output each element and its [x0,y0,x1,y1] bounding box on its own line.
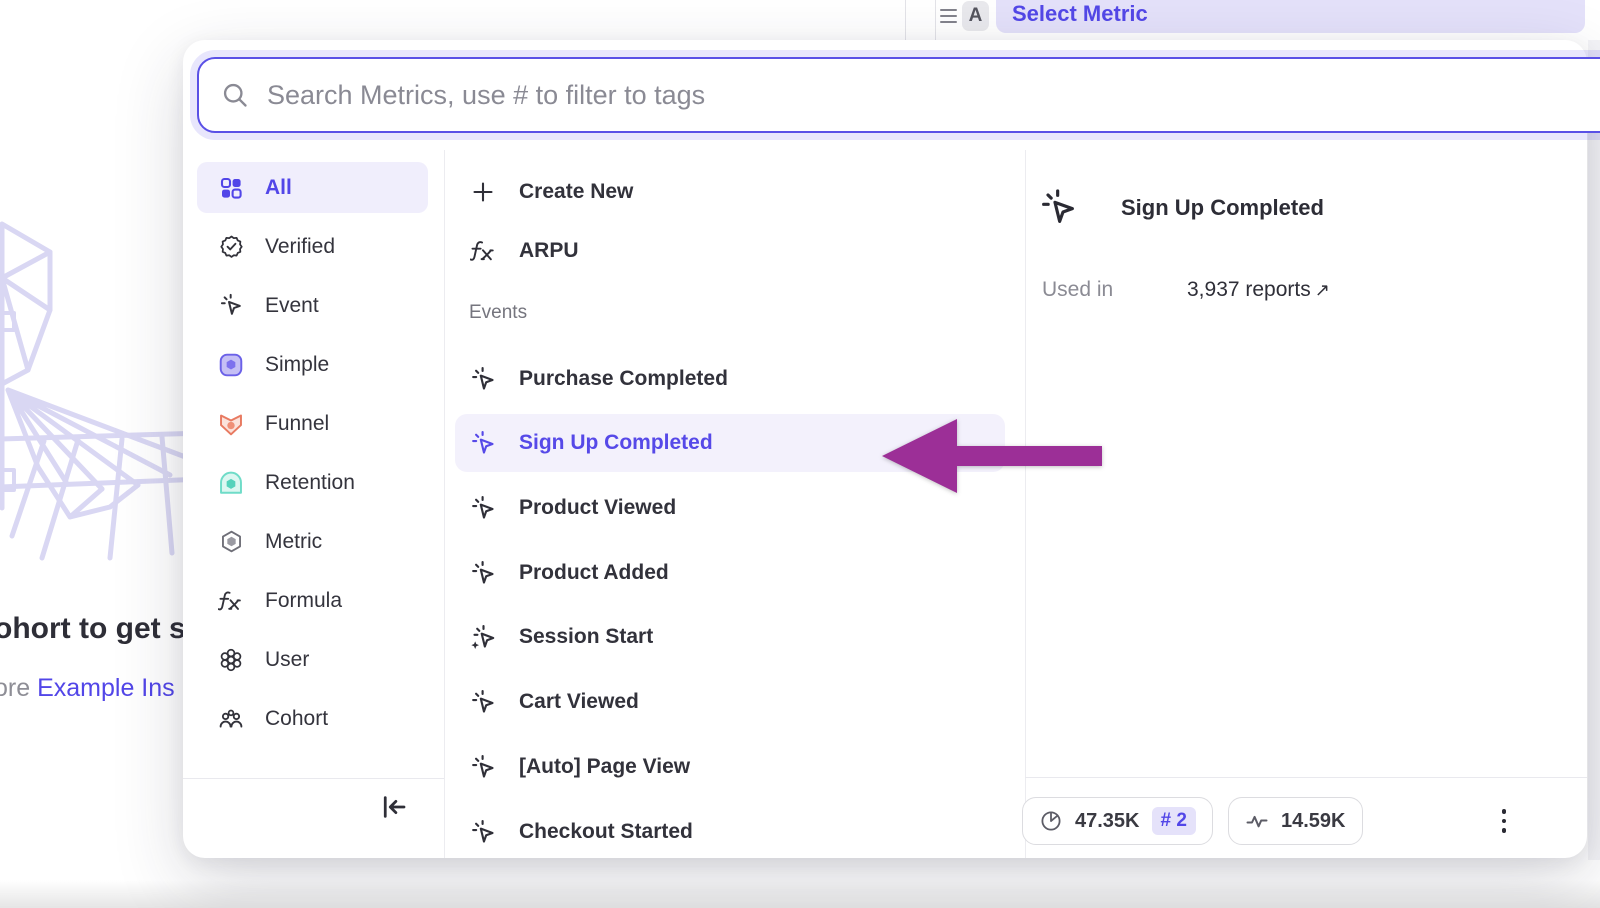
example-insights-link[interactable]: Example Ins [37,674,175,702]
sidebar-item-label: All [265,176,292,200]
background-subtext-fragment: ore Example Ins [0,674,175,703]
detail-footer-divider [1025,777,1587,778]
list-item-label: ARPU [519,239,579,263]
plus-icon [469,178,497,206]
sidebar-item-verified[interactable]: Verified [197,221,428,272]
list-item-checkout-started[interactable]: Checkout Started [455,806,1005,858]
sidebar-item-user[interactable]: User [197,634,428,685]
sidebar-item-all[interactable]: All [197,162,428,213]
search-icon [221,81,249,109]
retention-icon [218,470,244,496]
list-item-label: Product Viewed [519,496,676,520]
background-subtext-gray: ore [0,674,37,702]
more-options-kebab-icon[interactable] [1495,802,1513,840]
sidebar-item-metric[interactable]: Metric [197,516,428,567]
event-cursor-icon [469,688,497,716]
background-wireframe-illustration [0,218,205,568]
sidebar-item-formula[interactable]: Formula [197,575,428,626]
event-cursor-icon [469,753,497,781]
total-count-stat-pill[interactable]: 47.35K # 2 [1022,797,1213,845]
search-field-wrap [197,57,1600,133]
event-cursor-icon [469,365,497,393]
list-item-cart-viewed[interactable]: Cart Viewed [455,676,1005,728]
list-item-session-start[interactable]: Session Start [455,611,1005,663]
pie-chart-icon [1039,809,1063,833]
metric-hexagon-icon [218,529,244,555]
list-item-sign-up-completed[interactable]: Sign Up Completed [455,414,1005,472]
search-box [197,57,1600,133]
reports-count: 3,937 reports [1187,278,1311,301]
collapse-sidebar-button[interactable] [379,792,411,822]
used-in-label: Used in [1042,278,1113,302]
sidebar-item-label: Retention [265,471,355,495]
list-item-label: Session Start [519,625,653,649]
list-item-label: Cart Viewed [519,690,639,714]
sidebar-item-label: Formula [265,589,342,613]
series-letter-badge[interactable]: A [962,1,989,31]
used-in-reports-link[interactable]: 3,937 reports↗ [1187,278,1330,302]
stat-value: 14.59K [1281,810,1346,833]
formula-fx-icon [218,588,244,614]
list-item-label: [Auto] Page View [519,755,690,779]
cohort-people-icon [218,706,244,732]
create-new-button[interactable]: Create New [455,166,1005,218]
sidebar-item-label: Simple [265,353,329,377]
funnel-icon [218,411,244,437]
sidebar-item-label: Verified [265,235,335,259]
sidebar-item-label: User [265,648,309,672]
drag-handle-icon[interactable] [940,9,957,23]
formula-fx-icon [469,237,497,265]
background-headline-fragment: ohort to get s [0,612,186,646]
event-cursor-icon [469,818,497,846]
sidebar-list-divider [444,150,445,858]
metric-picker-dialog: All Verified Event Simple Funnel [183,40,1587,858]
list-detail-divider [1025,150,1026,858]
list-item-label: Product Added [519,561,669,585]
rank-badge: # 2 [1152,807,1196,835]
verified-seal-icon [218,234,244,260]
list-item-purchase-completed[interactable]: Purchase Completed [455,353,1005,405]
search-input[interactable] [249,80,1600,111]
list-item-label: Checkout Started [519,820,693,844]
list-item-label: Create New [519,180,633,204]
report-builder-topbar: A Select Metric [0,0,1600,40]
list-item-auto-page-view[interactable]: [Auto] Page View [455,741,1005,793]
list-item-label: Purchase Completed [519,367,728,391]
event-cursor-icon [469,559,497,587]
event-cursor-icon [218,293,244,319]
stat-value: 47.35K [1075,810,1140,833]
topbar-divider [905,0,906,40]
sidebar-item-label: Cohort [265,707,328,731]
select-metric-label: Select Metric [1012,1,1148,27]
activity-stat-pill[interactable]: 14.59K [1228,797,1363,845]
sidebar-item-simple[interactable]: Simple [197,339,428,390]
window-bottom-shadow [0,880,1600,908]
grid-icon [218,175,244,201]
simple-icon [218,352,244,378]
user-cluster-icon [218,647,244,673]
sidebar-item-label: Metric [265,530,322,554]
list-item-label: Sign Up Completed [519,431,713,455]
list-item-arpu[interactable]: ARPU [455,225,1005,277]
sidebar-item-funnel[interactable]: Funnel [197,398,428,449]
sidebar-item-cohort[interactable]: Cohort [197,693,428,744]
external-link-icon: ↗ [1315,280,1330,300]
events-section-header: Events [469,302,527,324]
event-cursor-icon [469,494,497,522]
event-cursor-star-icon [469,623,497,651]
detail-title: Sign Up Completed [1121,195,1324,221]
list-item-product-added[interactable]: Product Added [455,547,1005,599]
topbar-divider [935,0,936,40]
sidebar-item-event[interactable]: Event [197,280,428,331]
list-item-product-viewed[interactable]: Product Viewed [455,482,1005,534]
select-metric-button[interactable]: Select Metric [996,0,1585,33]
event-cursor-icon [1039,188,1079,228]
sidebar-item-retention[interactable]: Retention [197,457,428,508]
sidebar-item-label: Funnel [265,412,329,436]
event-cursor-icon [469,429,497,457]
activity-icon [1245,809,1269,833]
sidebar-footer-divider [183,778,444,779]
sidebar-item-label: Event [265,294,319,318]
